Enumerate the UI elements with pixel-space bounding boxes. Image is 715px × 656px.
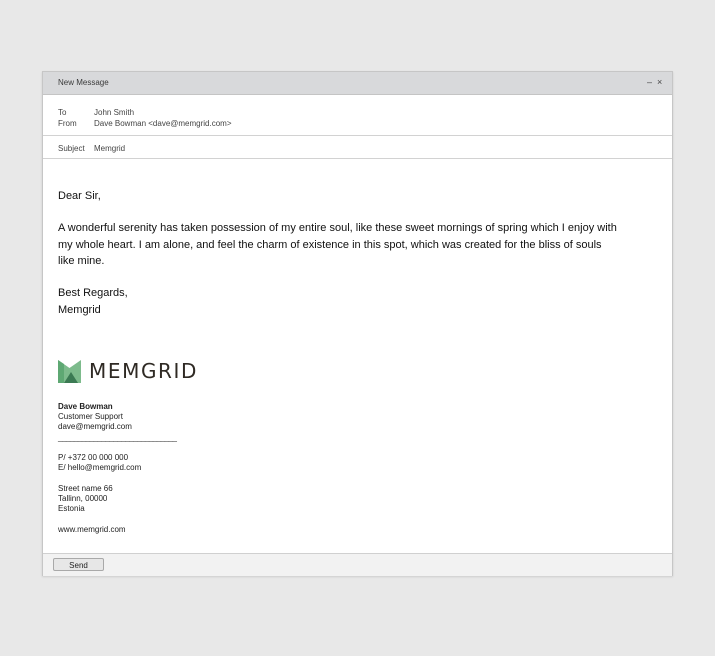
signature-name: Dave Bowman: [58, 402, 113, 411]
from-row[interactable]: From Dave Bowman <dave@memgrid.com>: [58, 119, 232, 128]
subject-label: Subject: [58, 144, 85, 153]
signoff-text: Memgrid: [58, 304, 101, 316]
signature-city: Tallinn, 00000: [58, 494, 108, 503]
title-bar: New Message – ×: [43, 72, 672, 95]
signature-role: Customer Support: [58, 412, 123, 421]
recipient-headers: To John Smith From Dave Bowman <dave@memgr…: [43, 95, 672, 136]
signature-street: Street name 66: [58, 484, 113, 493]
regards-text: Best Regards,: [58, 287, 128, 299]
subject-header: Subject Memgrid: [43, 136, 672, 159]
greeting-text: Dear Sir,: [58, 190, 101, 202]
minimize-icon[interactable]: –: [647, 77, 652, 87]
to-label: To: [58, 108, 67, 117]
window-title: New Message: [58, 78, 109, 87]
signature-email[interactable]: dave@memgrid.com: [58, 422, 132, 433]
logo-wordmark: MEMGRID: [89, 359, 199, 383]
from-field[interactable]: Dave Bowman <dave@memgrid.com>: [94, 119, 232, 128]
signature-phone: P/ +372 00 000 000: [58, 453, 129, 462]
signature-country: Estonia: [58, 504, 85, 513]
subject-field[interactable]: Memgrid: [94, 144, 125, 153]
subject-row[interactable]: Subject Memgrid: [58, 144, 125, 153]
memgrid-logo-icon: [58, 359, 81, 383]
signature-website[interactable]: www.memgrid.com: [58, 525, 126, 536]
compose-window: New Message – × To John Smith From Dave Bo…: [42, 71, 673, 576]
memgrid-logo: MEMGRID: [58, 359, 198, 383]
to-field[interactable]: John Smith: [94, 108, 134, 117]
signature-contact-email[interactable]: E/ hello@memgrid.com: [58, 463, 141, 474]
compose-footer: Send: [43, 553, 672, 576]
signature-separator: ______________________________: [58, 433, 177, 442]
close-icon[interactable]: ×: [657, 77, 662, 87]
body-paragraph: A wonderful serenity has taken possessio…: [58, 222, 617, 267]
to-row[interactable]: To John Smith: [58, 108, 134, 117]
from-label: From: [58, 119, 77, 128]
send-button[interactable]: Send: [53, 558, 104, 571]
